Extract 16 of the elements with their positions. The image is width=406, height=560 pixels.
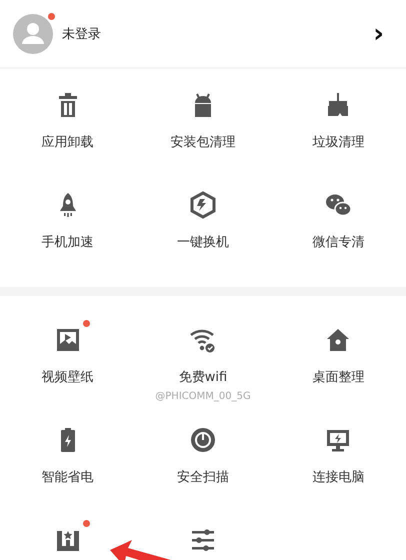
power-dial-icon[interactable]: [188, 426, 217, 454]
tool-label[interactable]: 手机加速: [42, 233, 94, 253]
tool-label[interactable]: 视频壁纸: [42, 368, 94, 388]
tool-label[interactable]: 微信专清: [312, 233, 364, 253]
tool-label[interactable]: 连接电脑: [312, 468, 364, 488]
tool-label[interactable]: 桌面整理: [312, 368, 364, 388]
tool-label[interactable]: 安全扫描: [176, 468, 229, 488]
tool-label[interactable]: 一键换机: [176, 233, 229, 253]
login-status[interactable]: 未登录: [62, 24, 374, 42]
tool-label[interactable]: 应用卸载: [42, 133, 94, 153]
chevron-icon[interactable]: ›: [373, 20, 384, 46]
network-name: @PHICOMM_00_5G: [155, 390, 251, 404]
tool-label[interactable]: 免费wifi: [178, 368, 228, 388]
tool-label[interactable]: 垃圾清理: [312, 133, 364, 153]
tool-label[interactable]: 安装包清理: [170, 133, 236, 153]
tool-label[interactable]: 智能省电: [42, 468, 94, 488]
